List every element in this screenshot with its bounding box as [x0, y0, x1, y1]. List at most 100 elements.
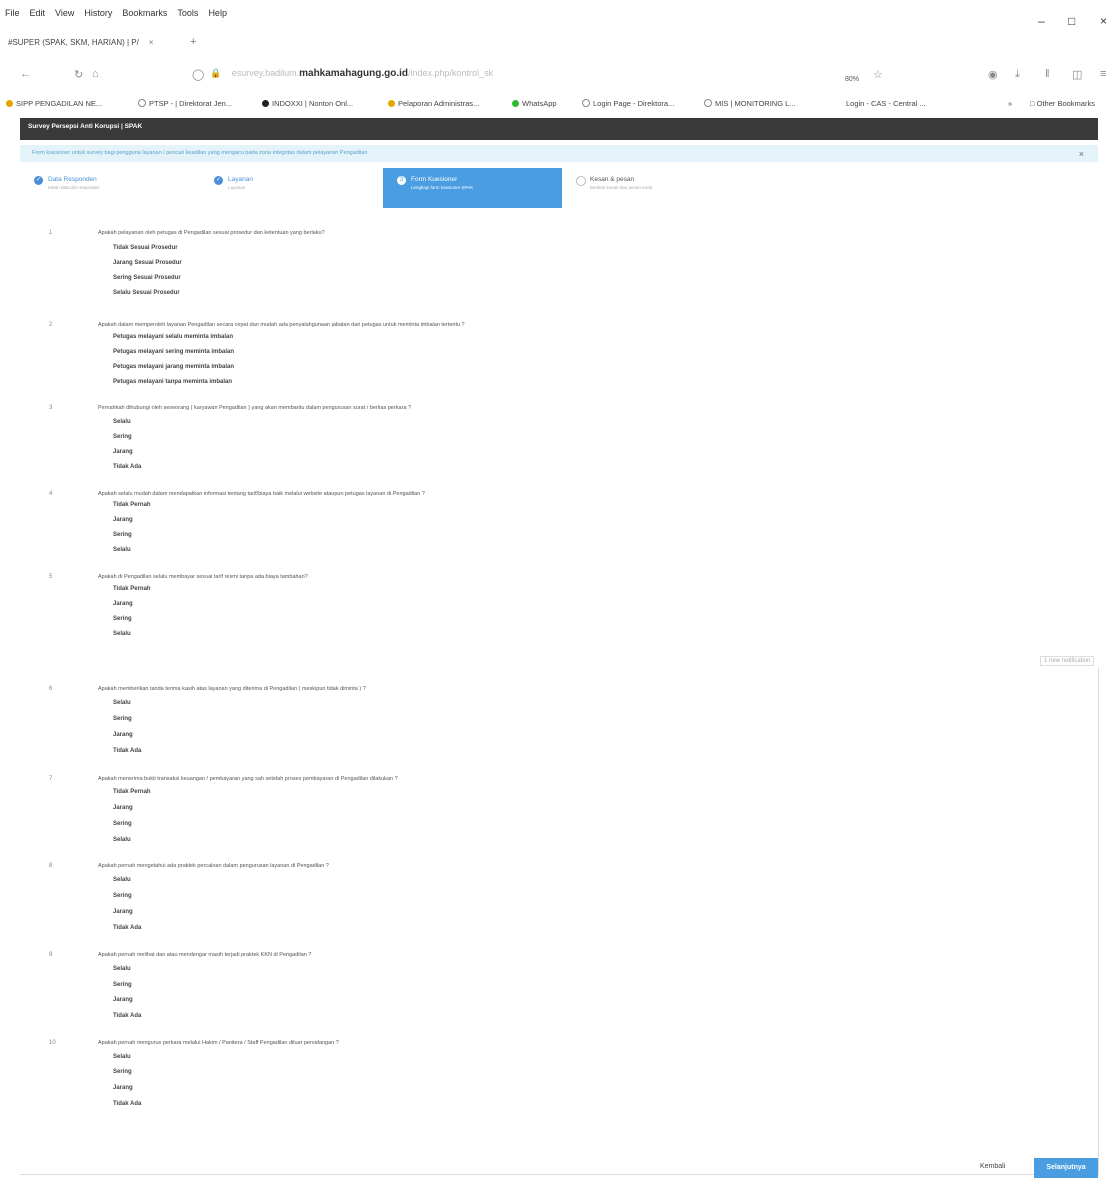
menu-history[interactable]: History: [84, 8, 112, 18]
back-arrow-icon[interactable]: ←: [20, 68, 31, 80]
answer-option[interactable]: Petugas melayani selalu meminta imbalan: [113, 334, 233, 340]
bookmark-item[interactable]: □ Other Bookmarks: [1030, 99, 1095, 108]
bookmark-item[interactable]: Login - CAS - Central ...: [846, 99, 926, 108]
navigation-bar: [0, 62, 1118, 88]
step-data-responden[interactable]: ✓ Data Responden Isikan data diri respon…: [20, 168, 200, 208]
answer-option[interactable]: Jarang: [113, 805, 133, 811]
menu-view[interactable]: View: [55, 8, 74, 18]
answer-option[interactable]: Tidak Ada: [113, 748, 141, 754]
answer-option[interactable]: Jarang Sesuai Prosedur: [113, 260, 182, 266]
answer-option[interactable]: Sering: [113, 616, 132, 622]
question-text: Pernahkah dihubungi oleh seseorang ( kar…: [98, 405, 412, 411]
sidebar-icon[interactable]: ◫: [1072, 68, 1082, 81]
answer-option[interactable]: Sering: [113, 1069, 132, 1075]
answer-option[interactable]: Sering: [113, 893, 132, 899]
library-icon[interactable]: ‖: [1045, 68, 1050, 80]
check-icon: ✓: [34, 176, 43, 185]
menu-bookmarks[interactable]: Bookmarks: [122, 8, 167, 18]
bookmark-overflow-icon[interactable]: »: [1008, 99, 1012, 108]
answer-option[interactable]: Tidak Ada: [113, 464, 141, 470]
download-icon[interactable]: ⤓: [1015, 68, 1020, 81]
step-title: Data Responden: [48, 176, 97, 183]
step-layanan[interactable]: ✓ Layanan Layanan: [200, 168, 383, 208]
bookmark-item[interactable]: PTSP - | Direktorat Jen...: [138, 99, 232, 108]
back-button[interactable]: Kembali: [980, 1163, 1005, 1170]
maximize-icon[interactable]: □: [1068, 14, 1075, 28]
answer-option[interactable]: Petugas melayani sering meminta imbalan: [113, 349, 234, 355]
answer-option[interactable]: Sering Sesuai Prosedur: [113, 275, 181, 281]
bookmark-item[interactable]: MIS | MONITORING L...: [704, 99, 796, 108]
url-bar[interactable]: 🔒 esurvey.badilum.mahkamahagung.go.id/in…: [210, 68, 493, 79]
close-tab-icon[interactable]: ×: [149, 38, 154, 47]
bookmark-item[interactable]: WhatsApp: [512, 99, 557, 108]
hamburger-menu-icon[interactable]: ≡: [1100, 68, 1106, 80]
notification-badge[interactable]: 1 new notification: [1040, 656, 1095, 666]
answer-option[interactable]: Jarang: [113, 1085, 133, 1091]
question-number: 10: [49, 1040, 56, 1046]
answer-option[interactable]: Tidak Ada: [113, 1013, 141, 1019]
answer-option[interactable]: Selalu: [113, 547, 131, 553]
home-icon[interactable]: ⌂: [92, 68, 99, 80]
question-text: Apakah pernah mengurus perkara melalui H…: [98, 1040, 339, 1046]
close-window-icon[interactable]: ×: [1100, 14, 1107, 28]
answer-option[interactable]: Selalu: [113, 631, 131, 637]
answer-option[interactable]: Tidak Pernah: [113, 789, 151, 795]
answer-option[interactable]: Jarang: [113, 997, 133, 1003]
new-tab-icon[interactable]: +: [190, 36, 196, 48]
step-number: 3: [397, 176, 406, 185]
question-text: Apakah menerima bukti transaksi keuangan…: [98, 776, 398, 782]
answer-option[interactable]: Jarang: [113, 449, 133, 455]
answer-option[interactable]: Sering: [113, 532, 132, 538]
answer-option[interactable]: Petugas melayani jarang meminta imbalan: [113, 364, 234, 370]
minimize-icon[interactable]: –: [1038, 14, 1045, 28]
next-button[interactable]: Selanjutnya: [1034, 1158, 1098, 1178]
zoom-level[interactable]: 80%: [845, 76, 859, 83]
bookmarks-bar: SIPP PENGADILAN NE... PTSP - | Direktora…: [0, 96, 1118, 112]
sipp-icon: [6, 100, 13, 107]
menu-file[interactable]: File: [5, 8, 20, 18]
question-number: 1: [49, 230, 53, 236]
bookmark-item[interactable]: Pelaporan Administras...: [388, 99, 479, 108]
answer-option[interactable]: Tidak Sesuai Prosedur: [113, 245, 178, 251]
answer-option[interactable]: Selalu: [113, 837, 131, 843]
close-icon[interactable]: ×: [1079, 149, 1084, 159]
answer-option[interactable]: Selalu: [113, 700, 131, 706]
answer-option[interactable]: Jarang: [113, 601, 133, 607]
answer-option[interactable]: Selalu: [113, 877, 131, 883]
answer-option[interactable]: Selalu: [113, 1054, 131, 1060]
questionnaire-card: 6 Apakah memberikan tanda terima kasih a…: [20, 668, 1099, 1175]
bookmark-item[interactable]: INDOXXI | Nonton Onl...: [262, 99, 353, 108]
step-kesan-pesan[interactable]: Kesan & pesan Berikan kesan dan pesan An…: [562, 168, 762, 208]
pocket-icon[interactable]: ◉: [988, 68, 998, 81]
answer-option[interactable]: Jarang: [113, 732, 133, 738]
menu-edit[interactable]: Edit: [30, 8, 46, 18]
answer-option[interactable]: Sering: [113, 434, 132, 440]
bookmark-item[interactable]: Login Page - Direktora...: [582, 99, 674, 108]
answer-option[interactable]: Sering: [113, 716, 132, 722]
indoxxi-icon: [262, 100, 269, 107]
answer-option[interactable]: Petugas melayani tanpa meminta imbalan: [113, 379, 232, 385]
answer-option[interactable]: Sering: [113, 821, 132, 827]
answer-option[interactable]: Selalu: [113, 419, 131, 425]
answer-option[interactable]: Tidak Ada: [113, 925, 141, 931]
answer-option[interactable]: Jarang: [113, 909, 133, 915]
step-title: Kesan & pesan: [590, 176, 635, 183]
answer-option[interactable]: Tidak Ada: [113, 1101, 141, 1107]
answer-option[interactable]: Sering: [113, 982, 132, 988]
answer-option[interactable]: Selalu: [113, 966, 131, 972]
circle-icon: [576, 176, 586, 186]
answer-option[interactable]: Jarang: [113, 517, 133, 523]
menu-help[interactable]: Help: [208, 8, 227, 18]
browser-tab[interactable]: #SUPER (SPAK, SKM, HARIAN) | P/ ×: [8, 38, 154, 47]
answer-option[interactable]: Tidak Pernah: [113, 502, 151, 508]
answer-option[interactable]: Selalu Sesuai Prosedur: [113, 290, 180, 296]
question-number: 5: [49, 574, 53, 580]
menu-bar: File Edit View History Bookmarks Tools H…: [0, 0, 1118, 26]
menu-tools[interactable]: Tools: [177, 8, 198, 18]
star-icon[interactable]: ☆: [873, 68, 883, 81]
step-form-kuesioner[interactable]: 3 Form Kuesioner Lengkapi form kuesioner…: [383, 168, 562, 208]
reload-icon[interactable]: ↻: [74, 68, 83, 81]
bookmark-item[interactable]: SIPP PENGADILAN NE...: [6, 99, 102, 108]
question-text: Apakah pelayanan oleh petugas di Pengadi…: [98, 230, 325, 236]
answer-option[interactable]: Tidak Pernah: [113, 586, 151, 592]
